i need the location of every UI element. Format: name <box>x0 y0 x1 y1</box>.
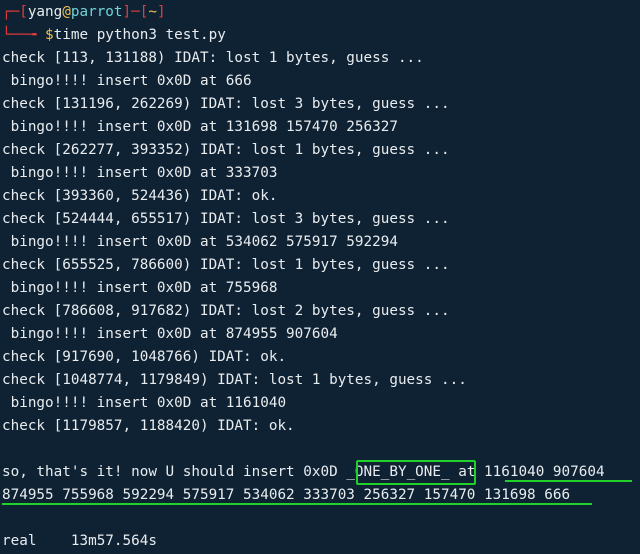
highlight-box <box>356 460 476 485</box>
timing-value: 13m57.564s <box>70 533 157 549</box>
output-line: bingo!!!! insert 0x0D at 666 <box>2 73 252 89</box>
output-line: check [1179857, 1188420) IDAT: ok. <box>2 418 295 434</box>
output-line: bingo!!!! insert 0x0D at 755968 <box>2 280 278 296</box>
output-line: check [917690, 1048766) IDAT: ok. <box>2 349 287 365</box>
output-line: bingo!!!! insert 0x0D at 333703 <box>2 165 278 181</box>
output-line: check [131196, 262269) IDAT: lost 3 byte… <box>2 96 450 112</box>
output-line: check [786608, 917682) IDAT: lost 2 byte… <box>2 303 450 319</box>
command-text: time python3 test.py <box>53 27 226 43</box>
prompt-header: ┌─[yang@parrot]─[~] <box>2 4 166 20</box>
terminal-window[interactable]: ┌─[yang@parrot]─[~] └──╼ $time python3 t… <box>0 0 640 554</box>
prompt-dollar: $ <box>45 27 54 43</box>
prompt-at: @ <box>62 4 71 20</box>
output-line: check [113, 131188) IDAT: lost 1 bytes, … <box>2 50 424 66</box>
timing-line: real 13m57.564s <box>2 530 157 552</box>
summary-offsets-1: 1161040 907604 <box>484 464 605 480</box>
prompt-command-line: └──╼ $time python3 test.py <box>2 24 226 46</box>
offsets-underline-1 <box>505 480 632 482</box>
output-line: bingo!!!! insert 0x0D at 131698 157470 2… <box>2 119 398 135</box>
output-line: check [1048774, 1179849) IDAT: lost 1 by… <box>2 372 467 388</box>
prompt-host: parrot <box>70 4 123 20</box>
output-line: check [393360, 524436) IDAT: ok. <box>2 188 278 204</box>
timing-label: real <box>2 533 37 549</box>
output-line: check [524444, 655517) IDAT: lost 3 byte… <box>2 211 450 227</box>
output-line: bingo!!!! insert 0x0D at 1161040 <box>2 395 287 411</box>
output-line: bingo!!!! insert 0x0D at 534062 575917 5… <box>2 234 398 250</box>
prompt-arrow-icon: └──╼ <box>2 27 46 43</box>
output-line: bingo!!!! insert 0x0D at 874955 907604 <box>2 326 338 342</box>
prompt-dir: ~ <box>148 4 157 20</box>
summary-prefix: so, that's it! now U should insert 0x0D <box>2 464 347 480</box>
prompt-user: yang <box>27 4 63 20</box>
output-line: check [655525, 786600) IDAT: lost 1 byte… <box>2 257 450 273</box>
output-line: check [262277, 393352) IDAT: lost 1 byte… <box>2 142 450 158</box>
offsets-underline-2 <box>2 503 592 505</box>
